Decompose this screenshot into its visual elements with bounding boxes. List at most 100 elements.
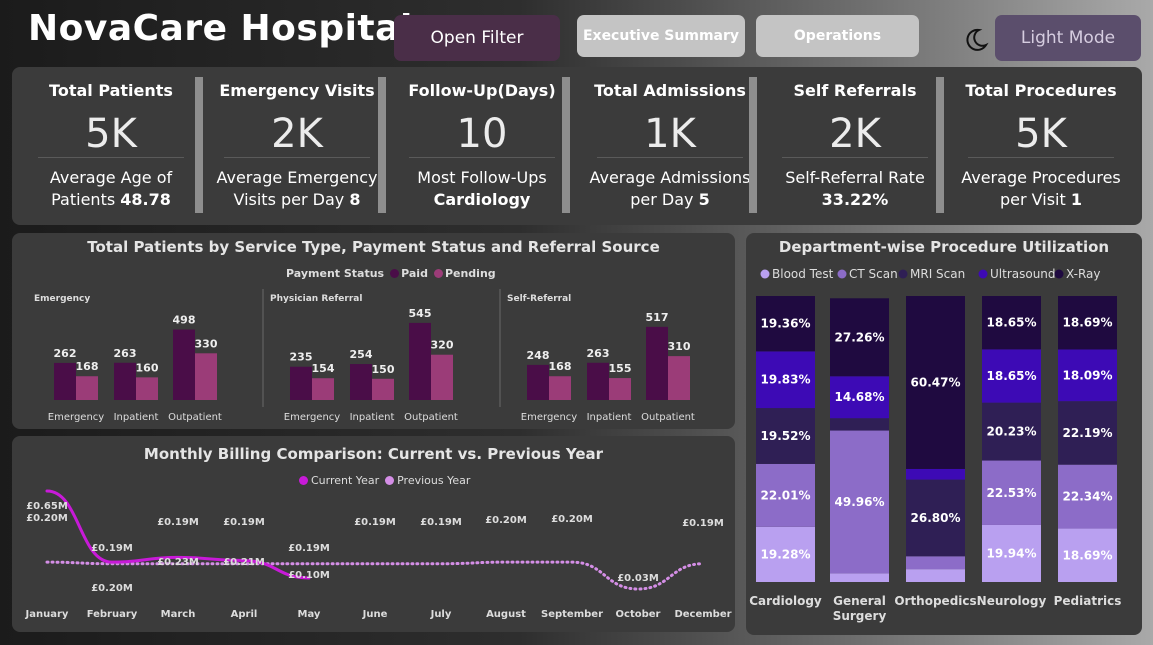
x-tick-label: February (87, 609, 138, 620)
light-mode-button[interactable]: Light Mode (995, 15, 1141, 61)
segment-value-label: 18.65% (987, 369, 1037, 383)
x-tick-label: Orthopedics (894, 594, 976, 608)
kpi-subtext: Average Emergency Visits per Day 8 (216, 168, 378, 209)
moon-icon[interactable] (962, 26, 990, 54)
x-tick-label: Neurology (977, 594, 1047, 608)
operations-button[interactable]: Operations (756, 15, 919, 57)
bar-pending[interactable] (431, 354, 453, 400)
kpi-separator (195, 77, 203, 213)
kpi-title: Self Referrals (793, 81, 917, 100)
kpi-value: 1K (644, 111, 696, 157)
data-label-previous: £0.03M (617, 573, 659, 584)
kpi-subtext: Average Procedures per Visit 1 (961, 168, 1121, 209)
kpi-title: Follow-Up(Days) (408, 81, 556, 100)
segment-value-label: 22.34% (1063, 490, 1113, 504)
bar-pending[interactable] (136, 377, 158, 400)
facet-label: Self-Referral (507, 294, 571, 304)
kpi-subtext: Self-Referral Rate 33.22% (785, 168, 925, 209)
legend-label: CT Scan (849, 267, 898, 281)
x-tick-label: May (298, 609, 321, 620)
x-tick-label: April (231, 609, 258, 620)
executive-summary-button[interactable]: Executive Summary (577, 15, 745, 57)
kpi-value: 5K (85, 111, 137, 157)
bar-paid[interactable] (54, 362, 76, 400)
segment-value-label: 49.96% (835, 495, 885, 509)
bar-pending[interactable] (668, 356, 690, 400)
segment-value-label: 22.19% (1063, 426, 1113, 440)
stack-segment-mri-scan[interactable] (830, 418, 889, 431)
kpi-divider (409, 157, 555, 158)
data-label-previous: £0.19M (91, 543, 133, 554)
kpi-total-admissions: Total Admissions 1K Average Admissions pe… (585, 67, 755, 225)
bar-paid[interactable] (409, 322, 431, 400)
stack-segment-ct-scan[interactable] (906, 556, 965, 570)
data-label-previous: £0.19M (288, 543, 330, 554)
legend-label: Blood Test (772, 267, 834, 281)
segment-value-label: 19.28% (761, 547, 811, 561)
kpi-separator (378, 77, 386, 213)
bar-paid[interactable] (350, 364, 372, 400)
data-label-previous: £0.20M (485, 515, 527, 526)
kpi-separator (749, 77, 757, 213)
stack-segment-ultrasound[interactable] (906, 468, 965, 480)
page-title: NovaCare Hospitals (28, 8, 435, 49)
kpi-title: Total Procedures (965, 81, 1117, 100)
segment-value-label: 14.68% (835, 390, 885, 404)
bar-value-label: 310 (668, 340, 691, 353)
legend-dot (898, 269, 908, 279)
x-tick-label: Pediatrics (1054, 594, 1122, 608)
x-tick-label: Emergency (48, 412, 104, 423)
kpi-subtext: Average Age of Patients 48.78 (49, 168, 173, 209)
segment-value-label: 19.83% (761, 373, 811, 387)
bar-paid[interactable] (173, 329, 195, 400)
data-label-previous: £0.20M (26, 513, 68, 524)
bar-pending[interactable] (312, 378, 334, 400)
line-previous-year[interactable] (45, 560, 705, 591)
bar-value-label: 498 (173, 314, 196, 327)
x-tick-label: December (674, 609, 731, 620)
bar-paid[interactable] (114, 362, 136, 400)
procedure-stacked-chart: Blood Test CT Scan MRI Scan Ultrasound X-Ray… (749, 267, 1122, 623)
data-label-current: £0.65M (26, 501, 68, 512)
x-tick-label: Outpatient (168, 412, 222, 423)
segment-value-label: 22.01% (761, 488, 811, 502)
data-label-current: £0.23M (157, 557, 199, 568)
open-filter-button[interactable]: Open Filter (394, 15, 560, 61)
kpi-divider (597, 157, 743, 158)
bar-paid[interactable] (527, 364, 549, 400)
bar-value-label: 235 (290, 351, 313, 364)
kpi-title: Total Patients (49, 81, 173, 100)
data-label-previous: £0.19M (354, 517, 396, 528)
bar-pending[interactable] (76, 376, 98, 400)
x-tick-label: Emergency (284, 412, 340, 423)
x-tick-label: Inpatient (587, 412, 632, 423)
bar-value-label: 254 (350, 348, 373, 361)
kpi-divider (224, 157, 370, 158)
data-label-current: £0.20M (91, 583, 133, 594)
stack-segment-blood-test[interactable] (830, 573, 889, 582)
data-label-current: £0.10M (288, 570, 330, 581)
bar-pending[interactable] (609, 378, 631, 400)
bar-paid[interactable] (587, 362, 609, 400)
bar-value-label: 262 (54, 347, 77, 360)
data-label-current: £0.21M (223, 557, 265, 568)
stack-segment-blood-test[interactable] (906, 569, 965, 582)
kpi-emergency-visits: Emergency Visits 2K Average Emergency Vis… (212, 67, 382, 225)
kpi-title: Total Admissions (594, 81, 746, 100)
segment-value-label: 19.36% (761, 317, 811, 331)
bar-pending[interactable] (549, 376, 571, 400)
segment-value-label: 22.53% (987, 486, 1037, 500)
bar-paid[interactable] (290, 366, 312, 400)
bar-paid[interactable] (646, 326, 668, 400)
bar-value-label: 168 (549, 360, 572, 373)
bar-pending[interactable] (372, 378, 394, 400)
x-tick-label: January (25, 609, 69, 620)
bar-value-label: 517 (646, 311, 669, 324)
legend-label: X-Ray (1066, 267, 1100, 281)
facet-label: Emergency (34, 294, 90, 304)
billing-line-chart: January February March April May June July Augu… (25, 489, 732, 620)
segment-value-label: 18.69% (1063, 316, 1113, 330)
x-tick-label: Outpatient (404, 412, 458, 423)
segment-value-label: 18.09% (1063, 368, 1113, 382)
bar-pending[interactable] (195, 353, 217, 400)
